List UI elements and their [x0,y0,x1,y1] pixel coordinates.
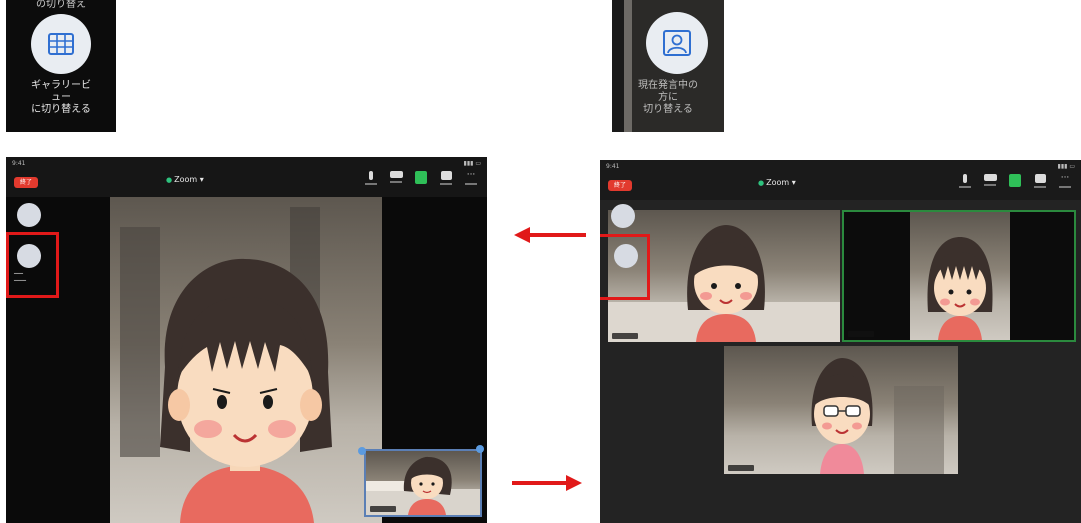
camera-icon [389,171,403,178]
arrow-right-icon [512,475,582,491]
share-button[interactable] [413,171,429,191]
pip-handle-left[interactable] [358,447,366,455]
participant-avatar-2 [927,237,993,340]
participant-name-tag-1 [612,333,638,339]
microphone-icon [369,171,373,180]
video-button[interactable] [982,174,998,194]
speaker-view-button[interactable] [646,12,708,74]
grid-icon [48,33,74,55]
leave-button[interactable]: 終了 [14,177,38,188]
meeting-title-label: Zoom [766,178,790,187]
meeting-title-label: Zoom [174,175,198,184]
speaker-view-callout: 現在発言中の 方に 切り替える [612,0,724,132]
toolbar-icons: ··· [957,174,1073,194]
meeting-title[interactable]: ● Zoom ▾ [758,178,796,187]
participant-avatar-3 [811,358,944,474]
speaker-avatar [120,207,332,523]
meeting-toolbar: 9:41 ▮▮▮ ▭ 終了 ● Zoom ▾ ··· [6,157,487,197]
gallery-view-callout: の切り替え ギャラリービ ュー に切り替える [6,0,116,132]
switch-camera-button[interactable] [17,203,41,227]
shield-icon: ● [166,176,173,184]
more-icon: ··· [1060,173,1070,183]
status-time: 9:41 [12,160,26,167]
participant-video-2-frame [910,212,1010,340]
pip-handle-right[interactable] [476,445,484,453]
microphone-icon [963,174,967,183]
main-speaker-video [110,197,382,523]
share-screen-icon [415,171,427,184]
battery-icon: ▮▮▮ ▭ [463,160,481,167]
speaker-view-highlight [600,234,650,300]
gallery-view-highlight [6,232,59,298]
toolbar-icons: ··· [363,171,479,191]
meeting-title[interactable]: ● Zoom ▾ [166,175,204,184]
callout-cut-label: の切り替え [36,0,86,10]
speaker-view-screen: 9:41 ▮▮▮ ▭ 終了 ● Zoom ▾ ··· ━━━ ━━━━ [6,157,487,523]
share-button[interactable] [1007,174,1023,194]
video-button[interactable] [388,171,404,191]
participants-button[interactable] [1032,174,1048,194]
more-button[interactable]: ··· [463,171,479,191]
more-button[interactable]: ··· [1057,174,1073,194]
mute-button[interactable] [363,171,379,191]
speaker-view-label: 現在発言中の 方に 切り替える [638,80,698,115]
gallery-view-screen: 9:41 ▮▮▮ ▭ 終了 ● Zoom ▾ ··· [600,160,1081,523]
participants-button[interactable] [438,171,454,191]
mute-button[interactable] [957,174,973,194]
participants-icon [440,171,452,180]
leave-button[interactable]: 終了 [608,180,632,191]
arrow-left-icon [514,227,586,243]
switch-camera-button[interactable] [611,204,635,228]
chevron-down-icon: ▾ [199,175,204,184]
status-time: 9:41 [606,163,620,170]
gallery-view-button[interactable] [31,14,91,74]
participant-name-tag-2 [848,331,874,337]
camera-icon [983,174,997,181]
person-frame-icon [663,30,691,56]
self-view-video[interactable] [364,449,482,517]
participant-video-2[interactable] [842,210,1076,342]
self-view-name-tag [370,506,396,512]
participant-video-3[interactable] [724,346,958,474]
participant-name-tag-3 [728,465,754,471]
gallery-view-label: ギャラリービ ュー に切り替える [31,80,91,115]
battery-icon: ▮▮▮ ▭ [1057,163,1075,170]
more-icon: ··· [466,170,476,180]
participants-icon [1034,174,1046,183]
chevron-down-icon: ▾ [791,178,796,187]
meeting-toolbar: 9:41 ▮▮▮ ▭ 終了 ● Zoom ▾ ··· [600,160,1081,200]
shield-icon: ● [758,179,765,187]
share-screen-icon [1009,174,1021,187]
